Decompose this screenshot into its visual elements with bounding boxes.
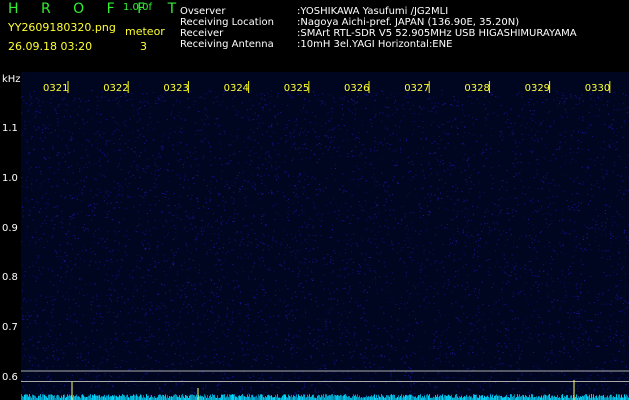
frequency-label: 1.0 xyxy=(2,172,18,184)
frequency-label: 0.7 xyxy=(2,322,18,334)
frequency-label: 0.9 xyxy=(2,222,18,234)
receiver-key: Receiver xyxy=(180,28,224,39)
frequency-label: 1.1 xyxy=(2,123,18,134)
observer-key: Ovserver xyxy=(180,6,226,17)
time-label: 0329 xyxy=(525,83,550,94)
location-value: :Nagoya Aichi-pref. JAPAN (136.90E, 35.2… xyxy=(297,17,520,28)
time-label: 0330 xyxy=(585,83,610,94)
time-label: 0322 xyxy=(103,83,128,94)
frequency-label: 0.6 xyxy=(2,372,18,383)
location-key: Receiving Location xyxy=(180,17,274,28)
observer-value: :YOSHIKAWA Yasufumi /JG2MLI xyxy=(297,6,449,17)
filename-label: YY2609180320.png xyxy=(8,21,116,34)
noise-field xyxy=(21,90,629,399)
receiver-row: Receiver :SMArt RTL-SDR V5 52.905MHz USB … xyxy=(180,28,577,39)
receiver-value: :SMArt RTL-SDR V5 52.905MHz USB HIGASHIM… xyxy=(297,28,577,39)
detection-count: 3 xyxy=(140,40,147,53)
baseline-signal xyxy=(21,394,629,400)
station-info: Ovserver :YOSHIKAWA Yasufumi /JG2MLI Rece… xyxy=(180,6,577,50)
time-label: 0321 xyxy=(43,83,68,94)
time-label: 0327 xyxy=(404,83,429,94)
app-title: H R O F F T xyxy=(8,1,186,17)
frequency-axis: 1.1 1.0 0.9 0.8 0.7 0.6 xyxy=(0,72,21,400)
observer-row: Ovserver :YOSHIKAWA Yasufumi /JG2MLI xyxy=(180,6,577,17)
header-panel: H R O F F T 1.0.0f YY2609180320.png mete… xyxy=(0,0,629,72)
antenna-value: :10mH 3el.YAGI Horizontal:ENE xyxy=(297,39,453,50)
version-label: 1.0.0f xyxy=(123,2,152,13)
antenna-row: Receiving Antenna :10mH 3el.YAGI Horizont… xyxy=(180,39,577,50)
time-label: 0328 xyxy=(464,83,489,94)
mode-label: meteor xyxy=(125,25,165,38)
spectrogram-panel: 0321 0322 0323 0324 0325 0326 0327 0328 0329 0330 xyxy=(21,72,629,400)
datetime-label: 26.09.18 03:20 xyxy=(8,40,93,53)
time-label: 0326 xyxy=(344,83,369,94)
antenna-key: Receiving Antenna xyxy=(180,39,274,50)
time-label: 0323 xyxy=(163,83,188,94)
frequency-label: 0.8 xyxy=(2,272,18,284)
time-label: 0324 xyxy=(224,83,249,94)
time-label: 0325 xyxy=(284,83,309,94)
spectrogram-canvas: 0321 0322 0323 0324 0325 0326 0327 0328 0329 0330 xyxy=(21,81,629,400)
location-row: Receiving Location :Nagoya Aichi-pref. JA… xyxy=(180,17,577,28)
